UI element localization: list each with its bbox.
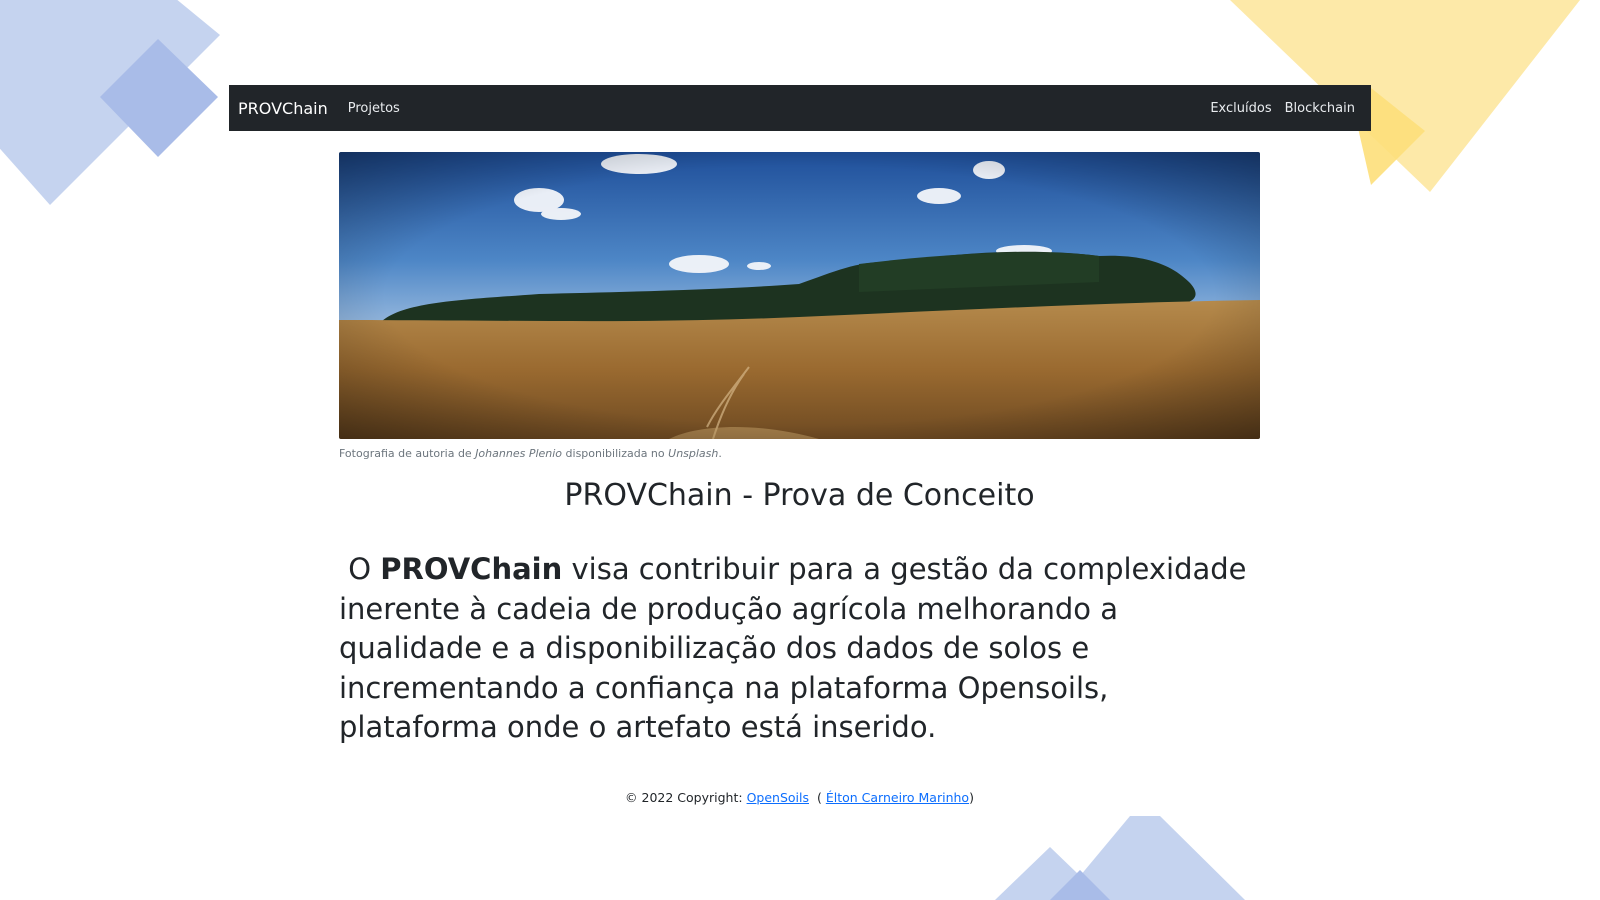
intro-prefix: O xyxy=(348,552,372,586)
intro-brand: PROVChain xyxy=(380,552,563,586)
navbar-right: Excluídos Blockchain xyxy=(1210,101,1355,116)
navbar-left: PROVChain Projetos xyxy=(238,99,400,118)
footer-open-paren: ( xyxy=(816,790,822,805)
top-navbar: PROVChain Projetos Excluídos Blockchain xyxy=(229,85,1371,131)
caption-middle: disponibilizada no xyxy=(565,447,665,460)
hero-image xyxy=(339,152,1260,439)
caption-author: Johannes Plenio xyxy=(475,447,563,460)
nav-link-excluidos[interactable]: Excluídos xyxy=(1210,101,1271,116)
caption-prefix: Fotografia de autoria de xyxy=(339,447,472,460)
image-caption: Fotografia de autoria de Johannes Plenio… xyxy=(339,447,722,460)
intro-paragraph: O PROVChain visa contribuir para a gestã… xyxy=(339,550,1264,748)
footer-close-paren: ) xyxy=(969,790,974,805)
deco-blue-triangle-bottom-1 xyxy=(995,847,1105,900)
caption-source: Unsplash xyxy=(668,447,719,460)
footer-copyright: © 2022 Copyright: xyxy=(625,790,743,805)
footer-link-author[interactable]: Élton Carneiro Marinho xyxy=(826,790,969,805)
nav-link-blockchain[interactable]: Blockchain xyxy=(1285,101,1355,116)
caption-end: . xyxy=(718,447,722,460)
deco-blue-diamond-small xyxy=(100,39,218,157)
footer-link-opensoils[interactable]: OpenSoils xyxy=(747,790,809,805)
footer: © 2022 Copyright: OpenSoils ( Élton Carn… xyxy=(339,790,1260,805)
field-landscape-image xyxy=(339,152,1260,439)
page-title: PROVChain - Prova de Conceito xyxy=(564,478,1035,513)
nav-link-projetos[interactable]: Projetos xyxy=(348,101,400,116)
background-decoration xyxy=(0,0,1580,900)
deco-blue-diamond-top-left xyxy=(0,0,220,205)
deco-blue-triangle-bottom-2 xyxy=(1060,816,1245,900)
deco-blue-overlap-bottom xyxy=(1050,870,1110,900)
navbar-brand[interactable]: PROVChain xyxy=(238,99,328,118)
